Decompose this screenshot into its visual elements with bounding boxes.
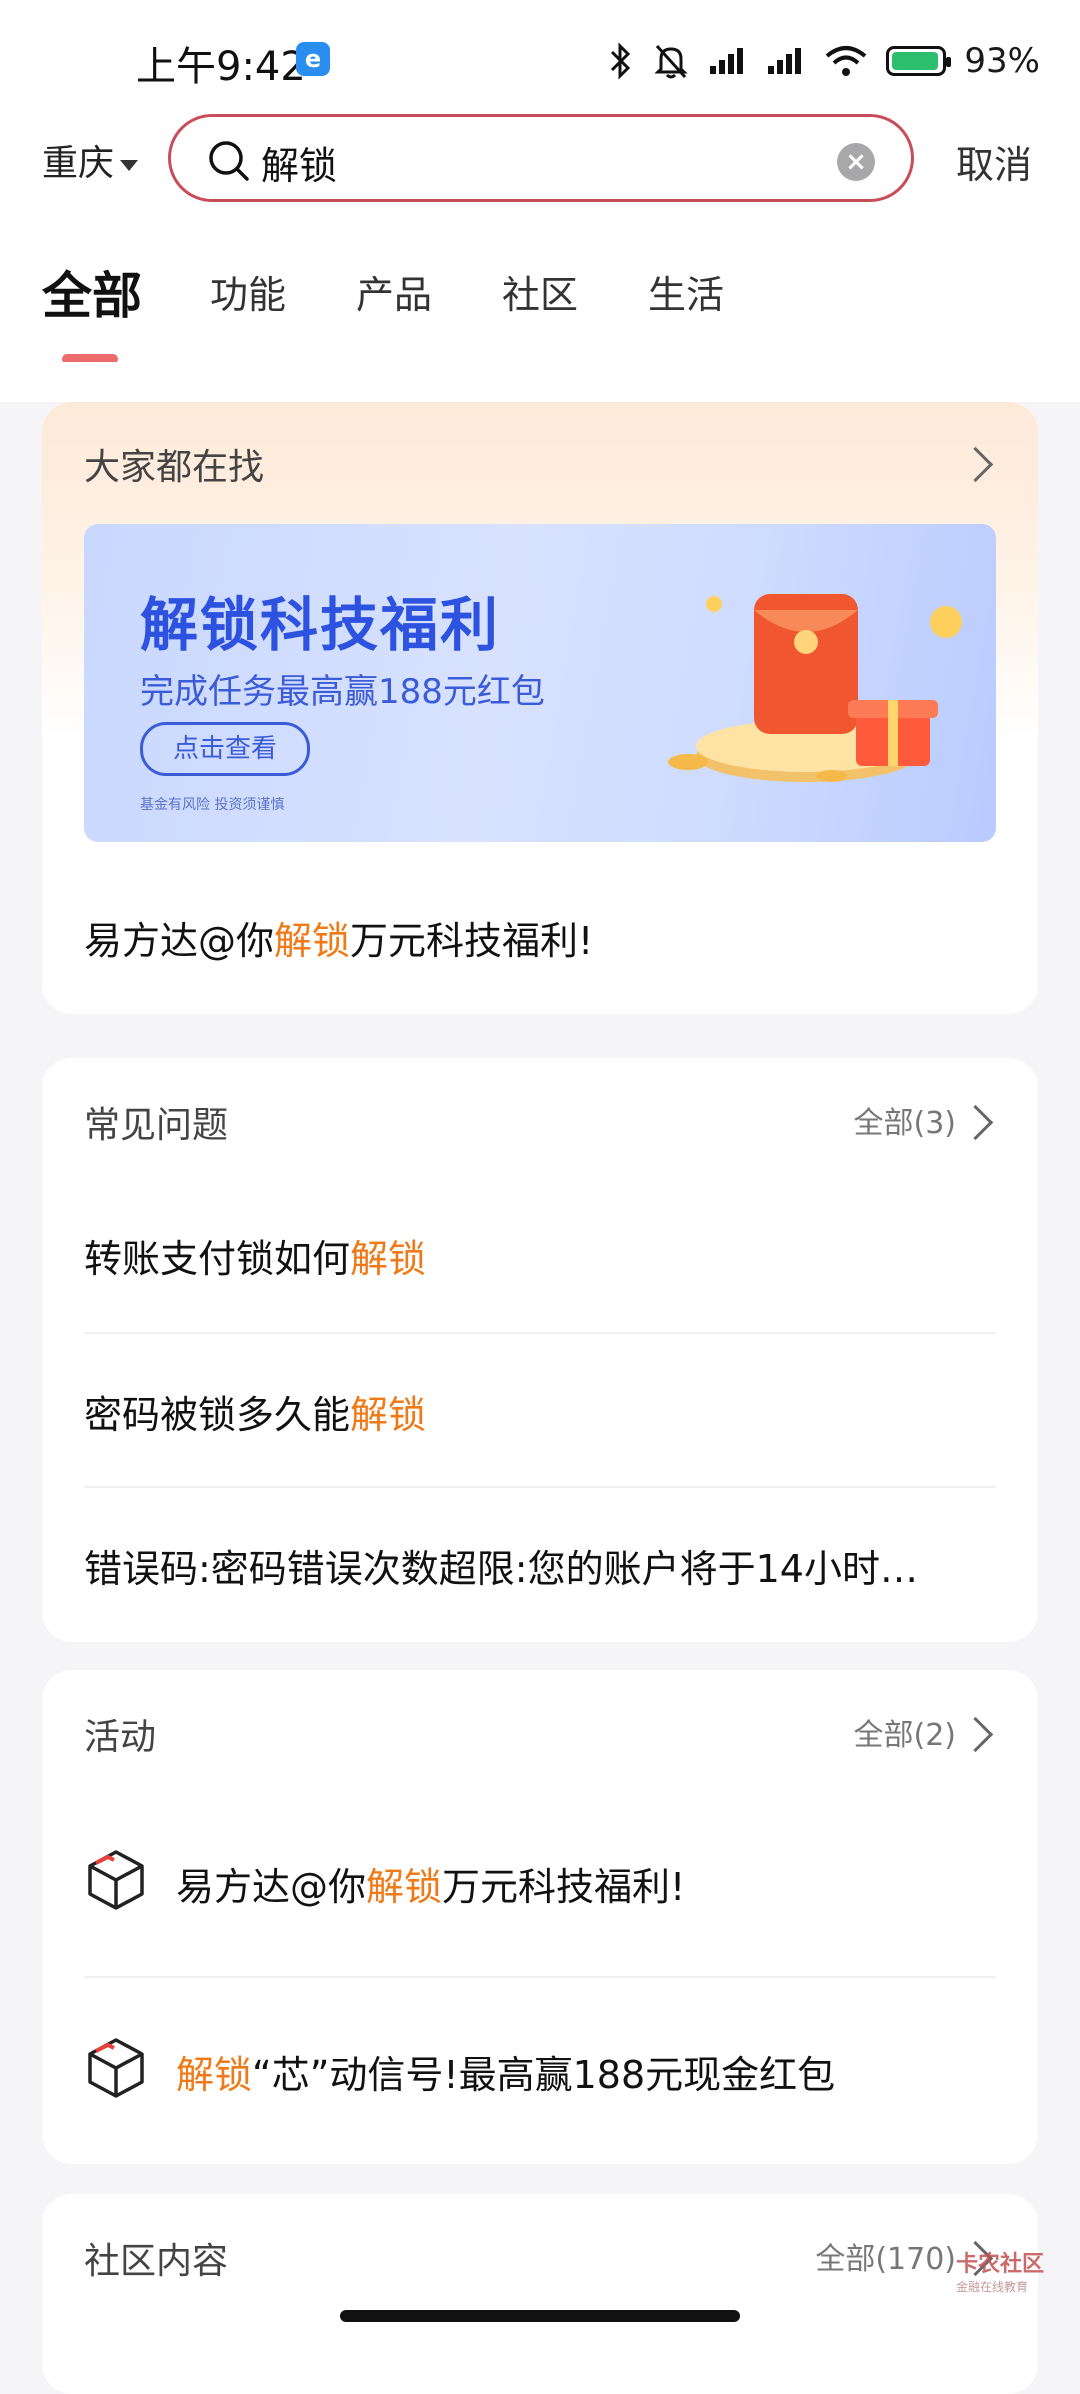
faq-item[interactable]: 转账支付锁如何解锁 xyxy=(84,1228,426,1283)
cube-icon xyxy=(88,2038,144,2098)
highlight-text: 解锁 xyxy=(176,2053,253,2097)
status-time: 上午9:42 xyxy=(136,44,306,90)
divider xyxy=(84,1486,996,1488)
wifi-icon xyxy=(826,46,867,76)
header-bottom xyxy=(0,362,1080,402)
status-icons: 93% xyxy=(608,36,1040,86)
community-title: 社区内容 xyxy=(84,2241,229,2282)
faq-title: 常见问题 xyxy=(84,1105,229,1146)
promo-banner[interactable]: 解锁科技福利 完成任务最高赢188元红包 点击查看 基金有风险 投资须谨慎 xyxy=(84,524,996,842)
community-card: 社区内容 全部(170) xyxy=(42,2194,1038,2394)
highlight-text: 解锁 xyxy=(350,1393,427,1437)
highlight-text: 解锁 xyxy=(366,1865,443,1909)
signal-1-icon xyxy=(710,48,744,74)
chevron-right-icon[interactable] xyxy=(957,446,994,483)
city-label: 重庆 xyxy=(42,143,115,184)
faq-item[interactable]: 密码被锁多久能解锁 xyxy=(84,1384,426,1439)
search-input[interactable]: 解锁 × xyxy=(168,114,914,202)
activity-text-end: 万元科技福利! xyxy=(442,1865,686,1909)
activities-card: 活动 全部(2) 易方达@你解锁万元科技福利! 解锁“芯”动信号!最高赢188元… xyxy=(42,1670,1038,2164)
clear-icon[interactable]: × xyxy=(837,143,875,181)
activities-view-all-link[interactable]: 全部(2) xyxy=(854,1710,957,1754)
banner-title: 解锁科技福利 xyxy=(140,591,501,659)
highlight-text: 解锁 xyxy=(350,1237,427,1281)
tab-life[interactable]: 生活 xyxy=(648,264,724,319)
cancel-button[interactable]: 取消 xyxy=(956,134,1032,189)
divider xyxy=(84,1976,996,1978)
banner-risk-note: 基金有风险 投资须谨慎 xyxy=(140,797,285,813)
watermark-subtext: 金融在线教育 xyxy=(955,2280,1028,2294)
browser-app-icon: e xyxy=(296,42,330,76)
faq-item-text: 错误码:密码错误次数超限:您的账户将于14小时… xyxy=(84,1547,918,1591)
search-query: 解锁 xyxy=(261,144,338,188)
chevron-right-icon[interactable] xyxy=(957,1104,994,1141)
category-tabs: 全部 功能 产品 社区 生活 xyxy=(0,212,1080,364)
chevron-right-icon[interactable] xyxy=(957,1716,994,1753)
trending-card: 大家都在找 解锁科技福利 完成任务最高赢188元红包 点击查看 基金有风险 投资… xyxy=(42,402,1038,1014)
tab-function[interactable]: 功能 xyxy=(210,264,286,319)
caret-down-icon xyxy=(120,159,139,171)
faq-view-all-link[interactable]: 全部(3) xyxy=(854,1098,957,1142)
divider xyxy=(84,1332,996,1334)
activities-title: 活动 xyxy=(84,1717,157,1758)
faq-item-text: 转账支付锁如何 xyxy=(84,1237,351,1281)
banner-view-button[interactable]: 点击查看 xyxy=(140,722,310,776)
red-envelope-illustration xyxy=(668,594,962,782)
tab-community[interactable]: 社区 xyxy=(502,264,578,319)
status-bar: 上午9:42 e 93% xyxy=(0,0,1080,120)
tab-product[interactable]: 产品 xyxy=(356,264,432,319)
activity-text: 易方达@你 xyxy=(176,1865,367,1909)
activity-text-end: “芯”动信号!最高赢188元现金红包 xyxy=(252,2053,836,2097)
battery-percent: 93% xyxy=(964,41,1040,81)
highlight-text: 解锁 xyxy=(274,919,351,963)
trending-item-text: 易方达@你 xyxy=(84,919,275,963)
watermark-logo: 卡农社区 金融在线教育 xyxy=(956,2246,1044,2295)
mute-bell-icon xyxy=(654,44,689,79)
community-view-all-link[interactable]: 全部(170) xyxy=(815,2234,956,2278)
battery-level xyxy=(892,52,939,70)
search-icon xyxy=(209,141,249,181)
faq-card: 常见问题 全部(3) 转账支付锁如何解锁 密码被锁多久能解锁 错误码:密码错误次… xyxy=(42,1058,1038,1642)
trending-item[interactable]: 易方达@你解锁万元科技福利! xyxy=(84,910,593,965)
watermark-text: 卡农社区 xyxy=(955,2252,1044,2277)
signal-2-icon xyxy=(768,48,802,74)
trending-item-text-end: 万元科技福利! xyxy=(350,919,594,963)
home-indicator[interactable] xyxy=(340,2310,740,2322)
city-selector[interactable]: 重庆 xyxy=(42,134,139,186)
trending-title: 大家都在找 xyxy=(84,447,265,488)
cube-icon xyxy=(88,1850,144,1910)
banner-subtitle: 完成任务最高赢188元红包 xyxy=(140,672,545,712)
bluetooth-icon xyxy=(611,42,631,80)
tab-all[interactable]: 全部 xyxy=(42,256,142,328)
faq-item[interactable]: 错误码:密码错误次数超限:您的账户将于14小时… xyxy=(84,1538,918,1593)
battery-icon xyxy=(886,46,952,76)
faq-item-text: 密码被锁多久能 xyxy=(84,1393,351,1437)
search-row: 重庆 解锁 × 取消 xyxy=(0,112,1080,212)
